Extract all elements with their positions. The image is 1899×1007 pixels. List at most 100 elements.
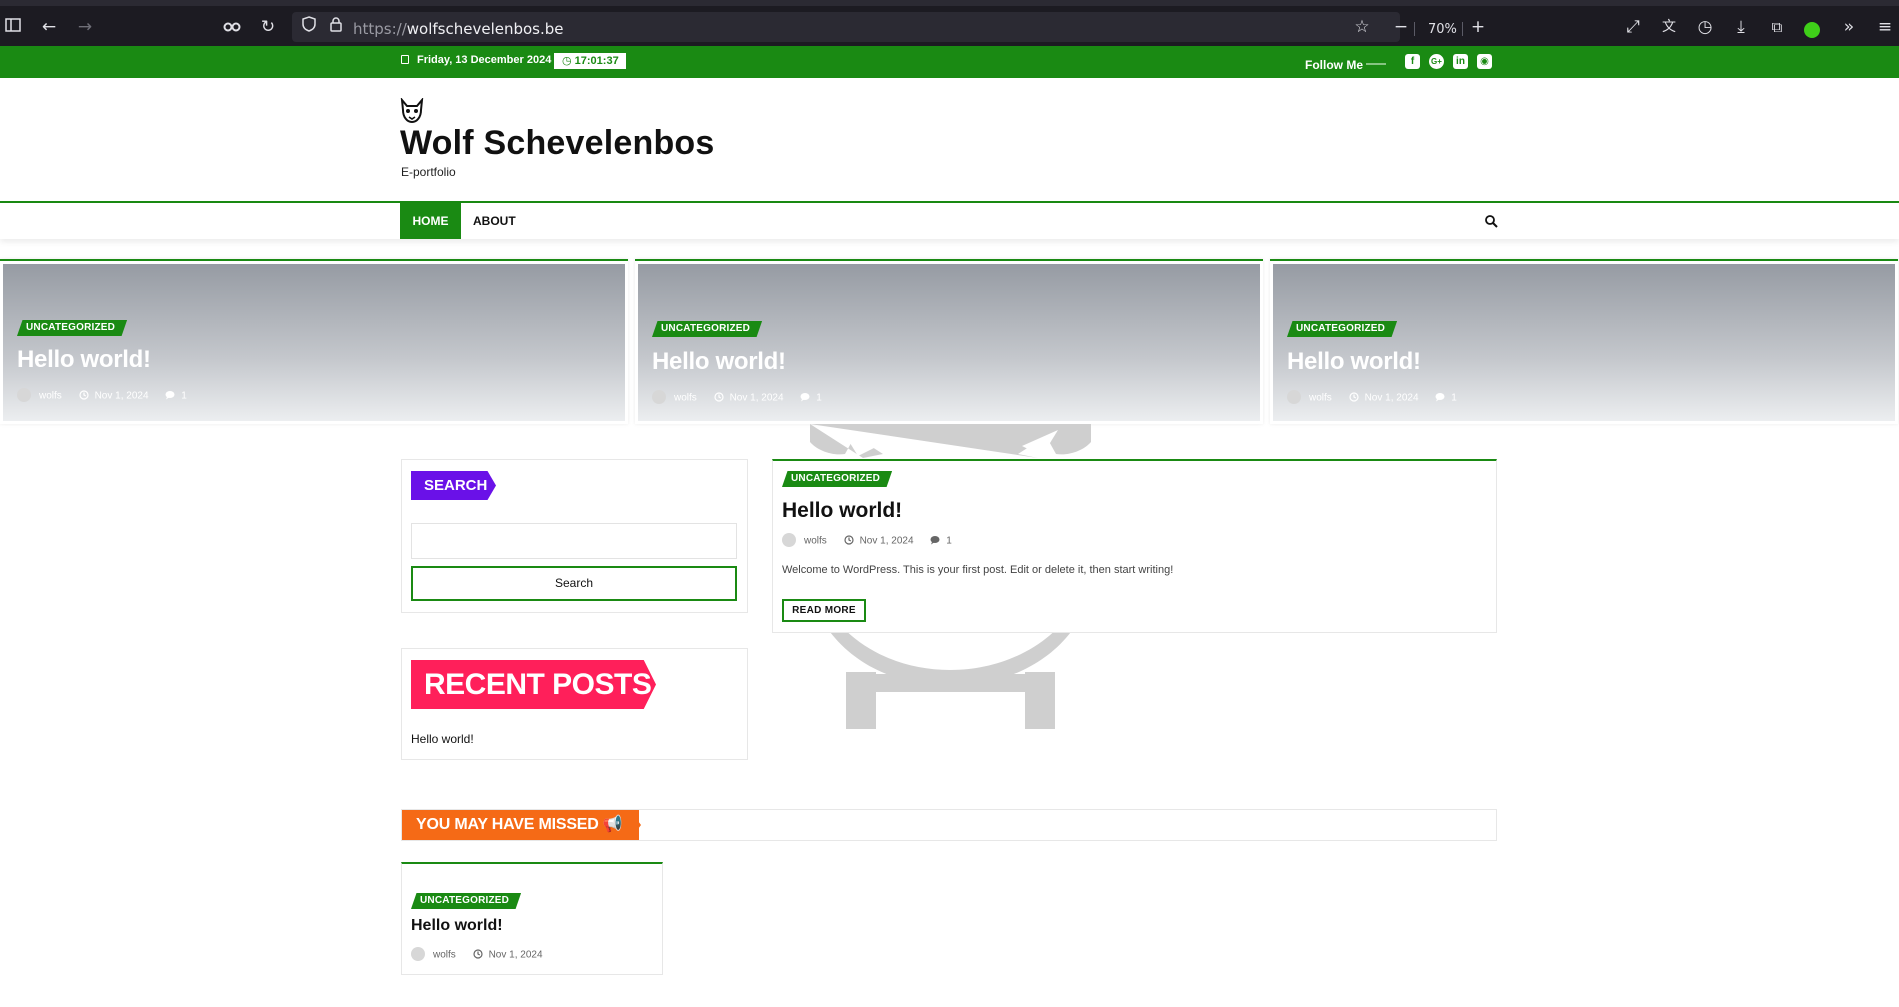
nav-item-home[interactable]: HOME: [400, 203, 461, 239]
post-author[interactable]: wolfs: [674, 393, 697, 404]
back-icon[interactable]: ←: [38, 16, 60, 38]
post-date[interactable]: Nov 1, 2024: [489, 950, 543, 961]
profile-status-icon[interactable]: [1804, 22, 1820, 38]
featured-post-title[interactable]: Hello world!: [17, 346, 151, 374]
instagram-icon[interactable]: ◉: [1477, 54, 1492, 69]
search-widget: SEARCH Search: [401, 459, 748, 613]
zoom-divider: [1414, 22, 1415, 36]
featured-post-title[interactable]: Hello world!: [1287, 348, 1421, 376]
zoom-level[interactable]: 70%: [1428, 22, 1457, 37]
forward-icon[interactable]: →: [74, 16, 96, 38]
post-date[interactable]: Nov 1, 2024: [95, 391, 149, 402]
nav-item-about[interactable]: ABOUT: [473, 203, 516, 239]
overflow-menu-icon[interactable]: »: [1838, 16, 1860, 38]
post-meta: wolfs Nov 1, 2024: [411, 947, 543, 962]
post-author[interactable]: wolfs: [39, 391, 62, 402]
featured-slide[interactable]: UNCATEGORIZED Hello world! wolfs Nov 1, …: [0, 259, 628, 424]
author-avatar[interactable]: [17, 388, 31, 402]
search-widget-title-text: SEARCH: [424, 477, 488, 494]
history-icon[interactable]: ◷: [1694, 16, 1716, 38]
post-excerpt: Welcome to WordPress. This is your first…: [782, 564, 1174, 576]
missed-post-title[interactable]: Hello world!: [411, 917, 503, 935]
post-meta: wolfs Nov 1, 2024 1: [652, 390, 822, 405]
shield-icon[interactable]: [298, 16, 320, 38]
category-badge[interactable]: UNCATEGORIZED: [782, 471, 893, 487]
search-widget-title: SEARCH: [411, 471, 496, 500]
google-plus-icon[interactable]: G+: [1429, 54, 1444, 69]
search-input[interactable]: [411, 523, 737, 559]
author-avatar[interactable]: [411, 947, 425, 961]
category-badge[interactable]: UNCATEGORIZED: [1287, 321, 1398, 337]
follow-divider: [1366, 63, 1386, 65]
megaphone-icon: 📢: [602, 816, 623, 833]
comment-icon: [930, 536, 940, 545]
post-date[interactable]: Nov 1, 2024: [860, 536, 914, 547]
post-date[interactable]: Nov 1, 2024: [1365, 393, 1419, 404]
post-title[interactable]: Hello world!: [782, 499, 902, 523]
featured-post-title[interactable]: Hello world!: [652, 348, 786, 376]
post-date[interactable]: Nov 1, 2024: [730, 393, 784, 404]
comment-count[interactable]: 1: [1451, 393, 1457, 404]
featured-slide[interactable]: UNCATEGORIZED Hello world! wolfs Nov 1, …: [635, 259, 1263, 424]
post-meta: wolfs Nov 1, 2024 1: [17, 388, 187, 403]
missed-section-title-text: YOU MAY HAVE MISSED: [416, 816, 599, 833]
translate-icon[interactable]: 文: [1658, 16, 1680, 38]
main-navigation: HOME ABOUT: [0, 203, 1899, 239]
author-avatar[interactable]: [652, 390, 666, 404]
linkedin-icon[interactable]: in: [1453, 54, 1468, 69]
missed-post-card: UNCATEGORIZED Hello world! wolfs Nov 1, …: [401, 862, 663, 975]
calendar-icon: [401, 55, 409, 64]
private-mask-icon[interactable]: [221, 16, 243, 38]
zoom-out-icon[interactable]: −: [1390, 16, 1412, 38]
fullscreen-icon[interactable]: ⤢: [1622, 16, 1644, 38]
clock-icon: [1348, 392, 1359, 402]
url-text[interactable]: https://wolfschevelenbos.be: [353, 20, 564, 38]
reload-icon[interactable]: ↻: [257, 16, 279, 38]
clock-icon: [78, 390, 89, 400]
facebook-icon[interactable]: f: [1405, 54, 1420, 69]
post-author[interactable]: wolfs: [804, 536, 827, 547]
clock-icon: [713, 392, 724, 402]
featured-slide[interactable]: UNCATEGORIZED Hello world! wolfs Nov 1, …: [1270, 259, 1898, 424]
app-menu-icon[interactable]: ≡: [1874, 16, 1896, 38]
comment-count[interactable]: 1: [946, 536, 952, 547]
wolf-logo-icon[interactable]: [399, 98, 425, 124]
category-badge[interactable]: UNCATEGORIZED: [411, 893, 522, 909]
recent-posts-widget: RECENT POSTS Hello world!: [401, 648, 748, 760]
author-avatar[interactable]: [782, 533, 796, 547]
author-avatar[interactable]: [1287, 390, 1301, 404]
featured-slide-image: UNCATEGORIZED Hello world! wolfs Nov 1, …: [638, 264, 1260, 421]
read-more-button[interactable]: READ MORE: [782, 599, 866, 622]
comment-icon: [1435, 393, 1445, 402]
bookmark-star-icon[interactable]: ☆: [1351, 16, 1373, 38]
browser-toolbar: ← → ↻ https://wolfschevelenbos.be ☆ − 70…: [0, 0, 1899, 46]
featured-slide-image: UNCATEGORIZED Hello world! wolfs Nov 1, …: [1273, 264, 1895, 421]
extensions-icon[interactable]: ⧉: [1766, 16, 1788, 38]
post-author[interactable]: wolfs: [1309, 393, 1332, 404]
category-badge[interactable]: UNCATEGORIZED: [17, 320, 128, 336]
zoom-in-icon[interactable]: +: [1467, 16, 1489, 38]
download-icon[interactable]: ⤓: [1730, 16, 1752, 38]
comment-count[interactable]: 1: [181, 391, 187, 402]
missed-section-title: YOU MAY HAVE MISSED 📢: [402, 810, 639, 840]
current-time: ◷ 17:01:37: [554, 53, 626, 69]
post-author[interactable]: wolfs: [433, 950, 456, 961]
follow-me-label: Follow Me: [1305, 58, 1363, 72]
lock-icon[interactable]: [325, 16, 347, 38]
sidebar-toggle-icon[interactable]: [2, 16, 24, 38]
recent-post-link[interactable]: Hello world!: [411, 732, 474, 746]
comment-count[interactable]: 1: [816, 393, 822, 404]
post-card: UNCATEGORIZED Hello world! wolfs Nov 1, …: [772, 459, 1497, 633]
missed-title-arrow: [630, 810, 641, 840]
search-button[interactable]: Search: [411, 566, 737, 601]
site-title[interactable]: Wolf Schevelenbos: [400, 124, 715, 163]
zoom-divider: [1462, 22, 1463, 36]
post-meta: wolfs Nov 1, 2024 1: [1287, 390, 1457, 405]
search-icon[interactable]: [1484, 214, 1498, 228]
url-host: wolfschevelenbos.be: [406, 20, 564, 38]
comment-icon: [165, 391, 175, 400]
recent-posts-title: RECENT POSTS: [411, 660, 656, 709]
category-badge[interactable]: UNCATEGORIZED: [652, 321, 763, 337]
recent-posts-title-text: RECENT POSTS: [424, 668, 652, 701]
current-date: Friday, 13 December 2024: [417, 54, 552, 66]
